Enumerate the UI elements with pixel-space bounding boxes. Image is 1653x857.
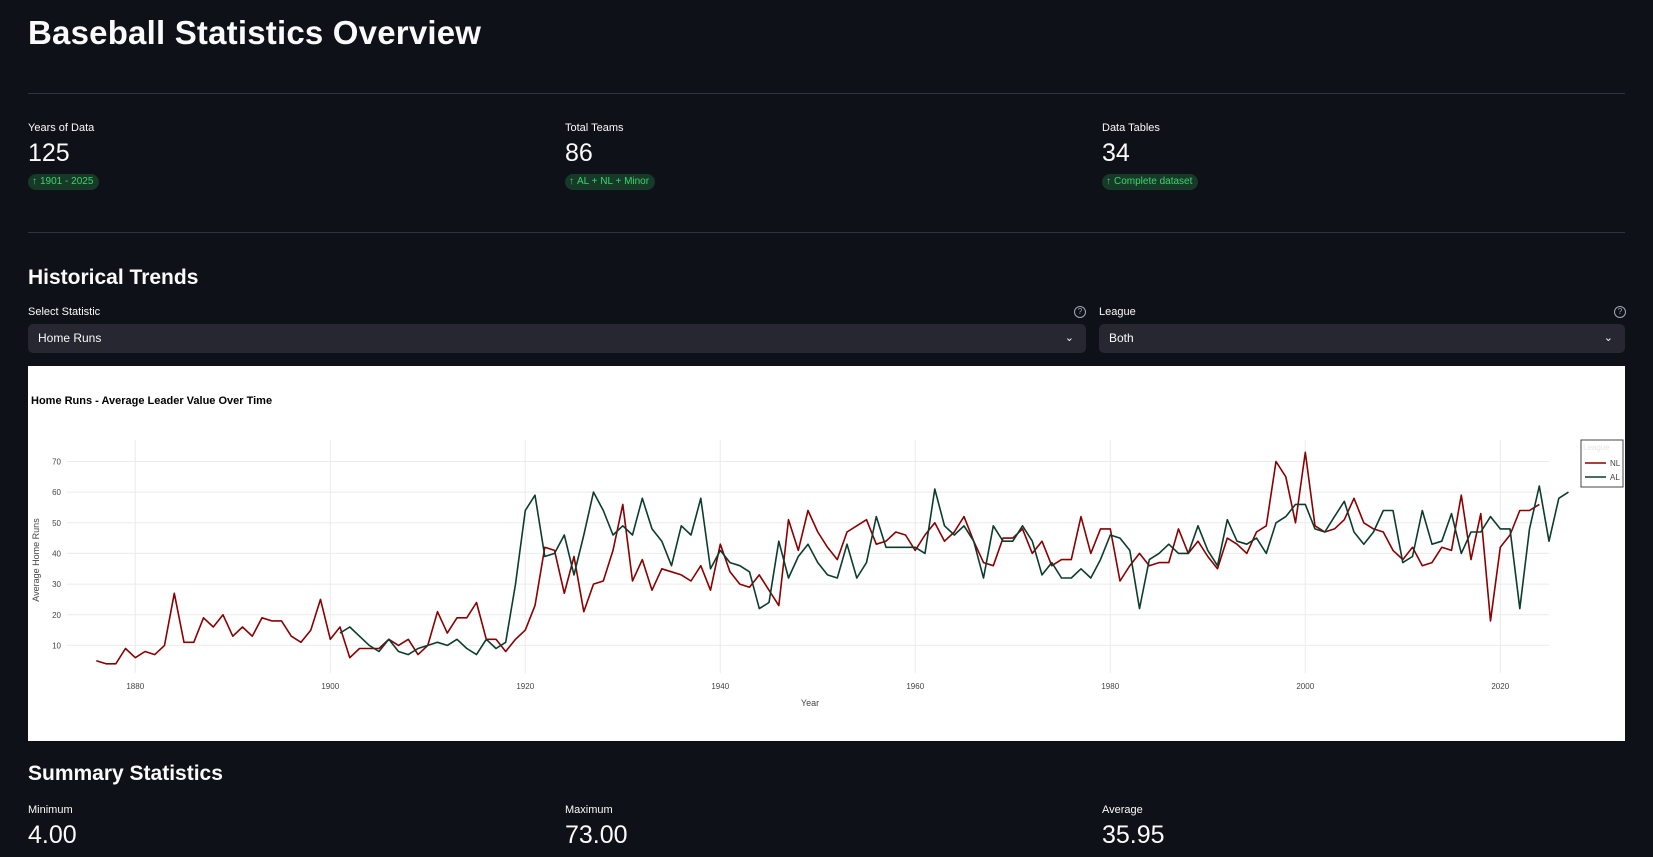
chevron-down-icon: ⌄ [1603, 332, 1613, 344]
legend[interactable]: League NL AL [1580, 439, 1624, 488]
y-tick-label: 10 [52, 641, 61, 650]
metric-years: Years of Data 125 ↑ 1901 - 2025 [28, 122, 548, 190]
league-dropdown[interactable]: Both ⌄ [1099, 324, 1625, 353]
y-tick-label: 20 [52, 611, 61, 620]
legend-title: League [1583, 443, 1610, 452]
select-statistic-value: Home Runs [38, 331, 102, 345]
league-value: Both [1109, 331, 1134, 345]
metric-label: Total Teams [565, 122, 624, 134]
section-title-historical-trends: Historical Trends [28, 266, 199, 289]
metric-value: 86 [565, 139, 593, 167]
metric-label: Data Tables [1102, 122, 1160, 134]
select-statistic-label: Select Statistic [28, 306, 101, 318]
x-tick-label: 1920 [516, 682, 534, 691]
series-line-al[interactable] [339, 485, 1569, 656]
arrow-up-icon: ↑ [32, 176, 37, 187]
stat-label: Maximum [565, 804, 613, 816]
y-tick-label: 50 [52, 519, 61, 528]
chart-title: Home Runs - Average Leader Value Over Ti… [31, 395, 272, 407]
historical-trends-chart[interactable]: Home Runs - Average Leader Value Over Ti… [28, 366, 1625, 741]
help-icon[interactable]: ? [1614, 306, 1626, 318]
metric-delta-badge: ↑ Complete dataset [1102, 174, 1199, 190]
metric-label: Years of Data [28, 122, 95, 134]
stat-value: 73.00 [565, 821, 628, 849]
stat-label: Minimum [28, 804, 73, 816]
page-title: Baseball Statistics Overview [28, 14, 482, 51]
select-statistic-dropdown[interactable]: Home Runs ⌄ [28, 324, 1086, 353]
metric-value: 125 [28, 139, 70, 167]
metric-delta-text: 1901 - 2025 [40, 176, 94, 187]
arrow-up-icon: ↑ [569, 176, 574, 187]
x-tick-label: 1960 [906, 682, 924, 691]
divider-top [28, 93, 1625, 94]
series-layer [96, 451, 1569, 665]
legend-label-nl: NL [1610, 459, 1621, 468]
legend-label-al: AL [1610, 473, 1620, 482]
x-axis-title: Year [801, 698, 819, 708]
stat-maximum: Maximum 73.00 [565, 804, 1085, 850]
series-line-nl[interactable] [96, 451, 1540, 665]
metric-delta-text: AL + NL + Minor [577, 176, 650, 187]
y-axis-title: Average Home Runs [31, 518, 41, 602]
x-tick-label: 1940 [711, 682, 729, 691]
divider-middle [28, 232, 1625, 233]
y-tick-label: 40 [52, 549, 61, 558]
stat-value: 35.95 [1102, 821, 1165, 849]
y-tick-label: 70 [52, 457, 61, 466]
grid-layer [67, 440, 1549, 673]
help-icon[interactable]: ? [1074, 306, 1086, 318]
metric-delta-text: Complete dataset [1114, 176, 1193, 187]
x-tick-label: 1900 [321, 682, 339, 691]
metric-delta-badge: ↑ AL + NL + Minor [565, 174, 656, 190]
metric-tables: Data Tables 34 ↑ Complete dataset [1102, 122, 1622, 190]
section-title-summary-statistics: Summary Statistics [28, 762, 223, 785]
metric-delta-badge: ↑ 1901 - 2025 [28, 174, 100, 190]
x-tick-label: 1980 [1101, 682, 1119, 691]
y-tick-label: 60 [52, 488, 61, 497]
metric-value: 34 [1102, 139, 1130, 167]
x-tick-label: 2000 [1296, 682, 1314, 691]
stat-label: Average [1102, 804, 1143, 816]
stat-minimum: Minimum 4.00 [28, 804, 548, 850]
metric-teams: Total Teams 86 ↑ AL + NL + Minor [565, 122, 1085, 190]
stat-value: 4.00 [28, 821, 77, 849]
league-label: League [1099, 306, 1136, 318]
stat-average: Average 35.95 [1102, 804, 1622, 850]
chart-svg: Home Runs - Average Leader Value Over Ti… [31, 395, 1624, 708]
x-tick-label: 1880 [126, 682, 144, 691]
arrow-up-icon: ↑ [1106, 176, 1111, 187]
chevron-down-icon: ⌄ [1064, 332, 1074, 344]
x-tick-label: 2020 [1491, 682, 1509, 691]
y-tick-label: 30 [52, 580, 61, 589]
